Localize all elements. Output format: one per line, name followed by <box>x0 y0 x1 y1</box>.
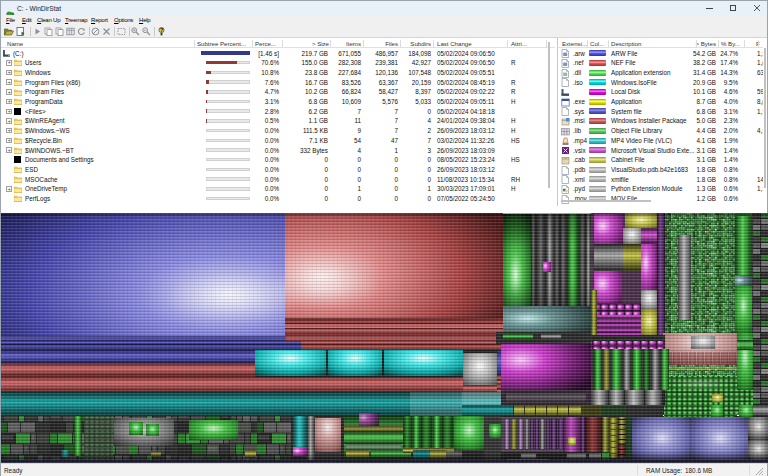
svg-text:?: ? <box>160 27 164 33</box>
